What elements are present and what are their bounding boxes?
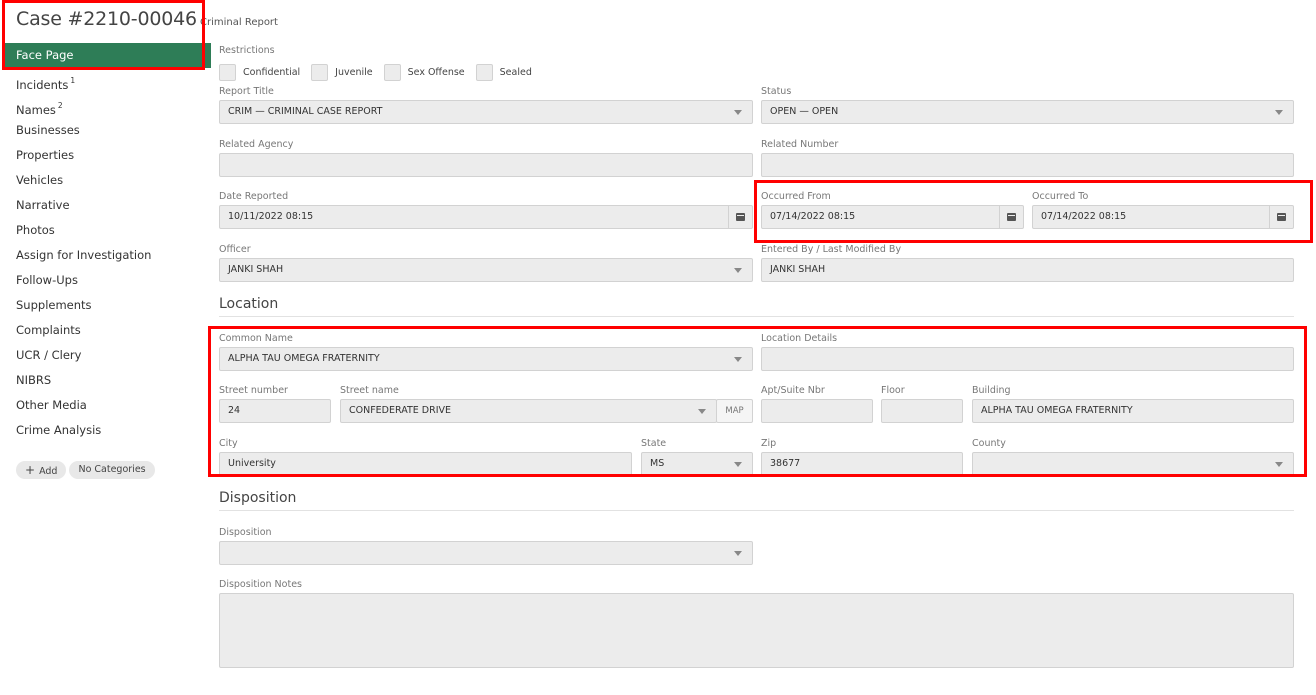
zip-label: Zip (761, 438, 777, 449)
occurred-to-input[interactable]: 07/14/2022 08:15 (1032, 205, 1294, 229)
report-type-subtitle: Criminal Report (200, 17, 278, 28)
juvenile-label: Juvenile (335, 67, 373, 78)
entered-by-label: Entered By / Last Modified By (761, 244, 902, 255)
sidebar-item-nibrs[interactable]: NIBRS (3, 368, 211, 393)
no-categories-badge: No Categories (69, 461, 155, 479)
disposition-divider (219, 510, 1294, 511)
date-reported-label: Date Reported (219, 191, 289, 202)
location-details-label: Location Details (761, 333, 838, 344)
map-button[interactable]: MAP (716, 399, 753, 423)
disposition-heading: Disposition (219, 490, 297, 506)
category-row: + Add No Categories (16, 461, 155, 479)
location-divider (219, 316, 1294, 317)
city-label: City (219, 438, 238, 449)
report-title-label: Report Title (219, 86, 274, 97)
sidebar-item-face-page[interactable]: Face Page (3, 43, 211, 68)
sidebar-item-narrative[interactable]: Narrative (3, 193, 211, 218)
restrictions-checkboxes: Confidential Juvenile Sex Offense Sealed (219, 64, 543, 81)
occurred-from-input[interactable]: 07/14/2022 08:15 (761, 205, 1024, 229)
sex-offense-checkbox[interactable] (383, 64, 401, 81)
disposition-notes-textarea[interactable] (219, 593, 1294, 668)
names-count-badge: 2 (57, 101, 63, 110)
occurred-to-value: 07/14/2022 08:15 (1041, 211, 1127, 222)
calendar-icon[interactable] (728, 206, 752, 228)
county-select[interactable] (972, 452, 1294, 476)
sex-offense-label: Sex Offense (407, 67, 465, 78)
sidebar-item-incidents[interactable]: Incidents 1 (3, 68, 211, 93)
sidebar-item-complaints[interactable]: Complaints (3, 318, 211, 343)
sidebar-item-photos[interactable]: Photos (3, 218, 211, 243)
disposition-notes-label: Disposition Notes (219, 579, 302, 590)
occurred-from-label: Occurred From (761, 191, 831, 202)
building-input[interactable]: ALPHA TAU OMEGA FRATERNITY (972, 399, 1294, 423)
sidebar-item-names[interactable]: Names 2 (3, 93, 211, 118)
date-reported-value: 10/11/2022 08:15 (228, 211, 314, 222)
sidebar-item-businesses[interactable]: Businesses (3, 118, 211, 143)
state-select[interactable]: MS (641, 452, 753, 476)
sidebar-item-supplements[interactable]: Supplements (3, 293, 211, 318)
building-label: Building (972, 385, 1011, 396)
calendar-icon[interactable] (1269, 206, 1293, 228)
restrictions-label: Restrictions (219, 45, 275, 56)
date-reported-input[interactable]: 10/11/2022 08:15 (219, 205, 753, 229)
street-name-select[interactable]: CONFEDERATE DRIVE (340, 399, 717, 423)
county-label: County (972, 438, 1006, 449)
occurred-to-label: Occurred To (1032, 191, 1089, 202)
add-category-button[interactable]: + Add (16, 461, 67, 479)
street-name-label: Street name (340, 385, 399, 396)
calendar-icon[interactable] (999, 206, 1023, 228)
floor-label: Floor (881, 385, 905, 396)
sidebar-item-vehicles[interactable]: Vehicles (3, 168, 211, 193)
apt-suite-label: Apt/Suite Nbr (761, 385, 825, 396)
street-number-input[interactable]: 24 (219, 399, 331, 423)
apt-suite-input[interactable] (761, 399, 873, 423)
case-title: Case #2210-00046 (16, 8, 197, 30)
confidential-label: Confidential (243, 67, 301, 78)
common-name-label: Common Name (219, 333, 293, 344)
related-number-input[interactable] (761, 153, 1294, 177)
sidebar-item-properties[interactable]: Properties (3, 143, 211, 168)
sidebar-nav: Face Page Incidents 1 Names 2 Businesses P… (3, 43, 211, 443)
street-number-label: Street number (219, 385, 288, 396)
related-agency-label: Related Agency (219, 139, 294, 150)
disposition-label: Disposition (219, 527, 272, 538)
sidebar-item-crime-analysis[interactable]: Crime Analysis (3, 418, 211, 443)
officer-label: Officer (219, 244, 251, 255)
incidents-count-badge: 1 (70, 76, 76, 85)
common-name-select[interactable]: ALPHA TAU OMEGA FRATERNITY (219, 347, 753, 371)
status-label: Status (761, 86, 792, 97)
entered-by-input: JANKI SHAH (761, 258, 1294, 282)
related-agency-input[interactable] (219, 153, 753, 177)
related-number-label: Related Number (761, 139, 839, 150)
report-title-select[interactable]: CRIM — CRIMINAL CASE REPORT (219, 100, 753, 124)
sealed-label: Sealed (499, 67, 532, 78)
sidebar-item-assign-for-investigation[interactable]: Assign for Investigation (3, 243, 211, 268)
confidential-checkbox[interactable] (219, 64, 236, 81)
juvenile-checkbox[interactable] (311, 64, 329, 81)
location-heading: Location (219, 296, 279, 312)
disposition-select[interactable] (219, 541, 753, 565)
sidebar-item-follow-ups[interactable]: Follow-Ups (3, 268, 211, 293)
zip-input[interactable]: 38677 (761, 452, 963, 476)
occurred-from-value: 07/14/2022 08:15 (770, 211, 856, 222)
status-select[interactable]: OPEN — OPEN (761, 100, 1294, 124)
city-input[interactable]: University (219, 452, 632, 476)
sidebar-item-ucr-clery[interactable]: UCR / Clery (3, 343, 211, 368)
state-label: State (641, 438, 667, 449)
officer-select[interactable]: JANKI SHAH (219, 258, 753, 282)
sealed-checkbox[interactable] (475, 64, 493, 81)
sidebar-item-other-media[interactable]: Other Media (3, 393, 211, 418)
location-details-input[interactable] (761, 347, 1294, 371)
plus-icon: + (25, 463, 36, 477)
floor-input[interactable] (881, 399, 963, 423)
